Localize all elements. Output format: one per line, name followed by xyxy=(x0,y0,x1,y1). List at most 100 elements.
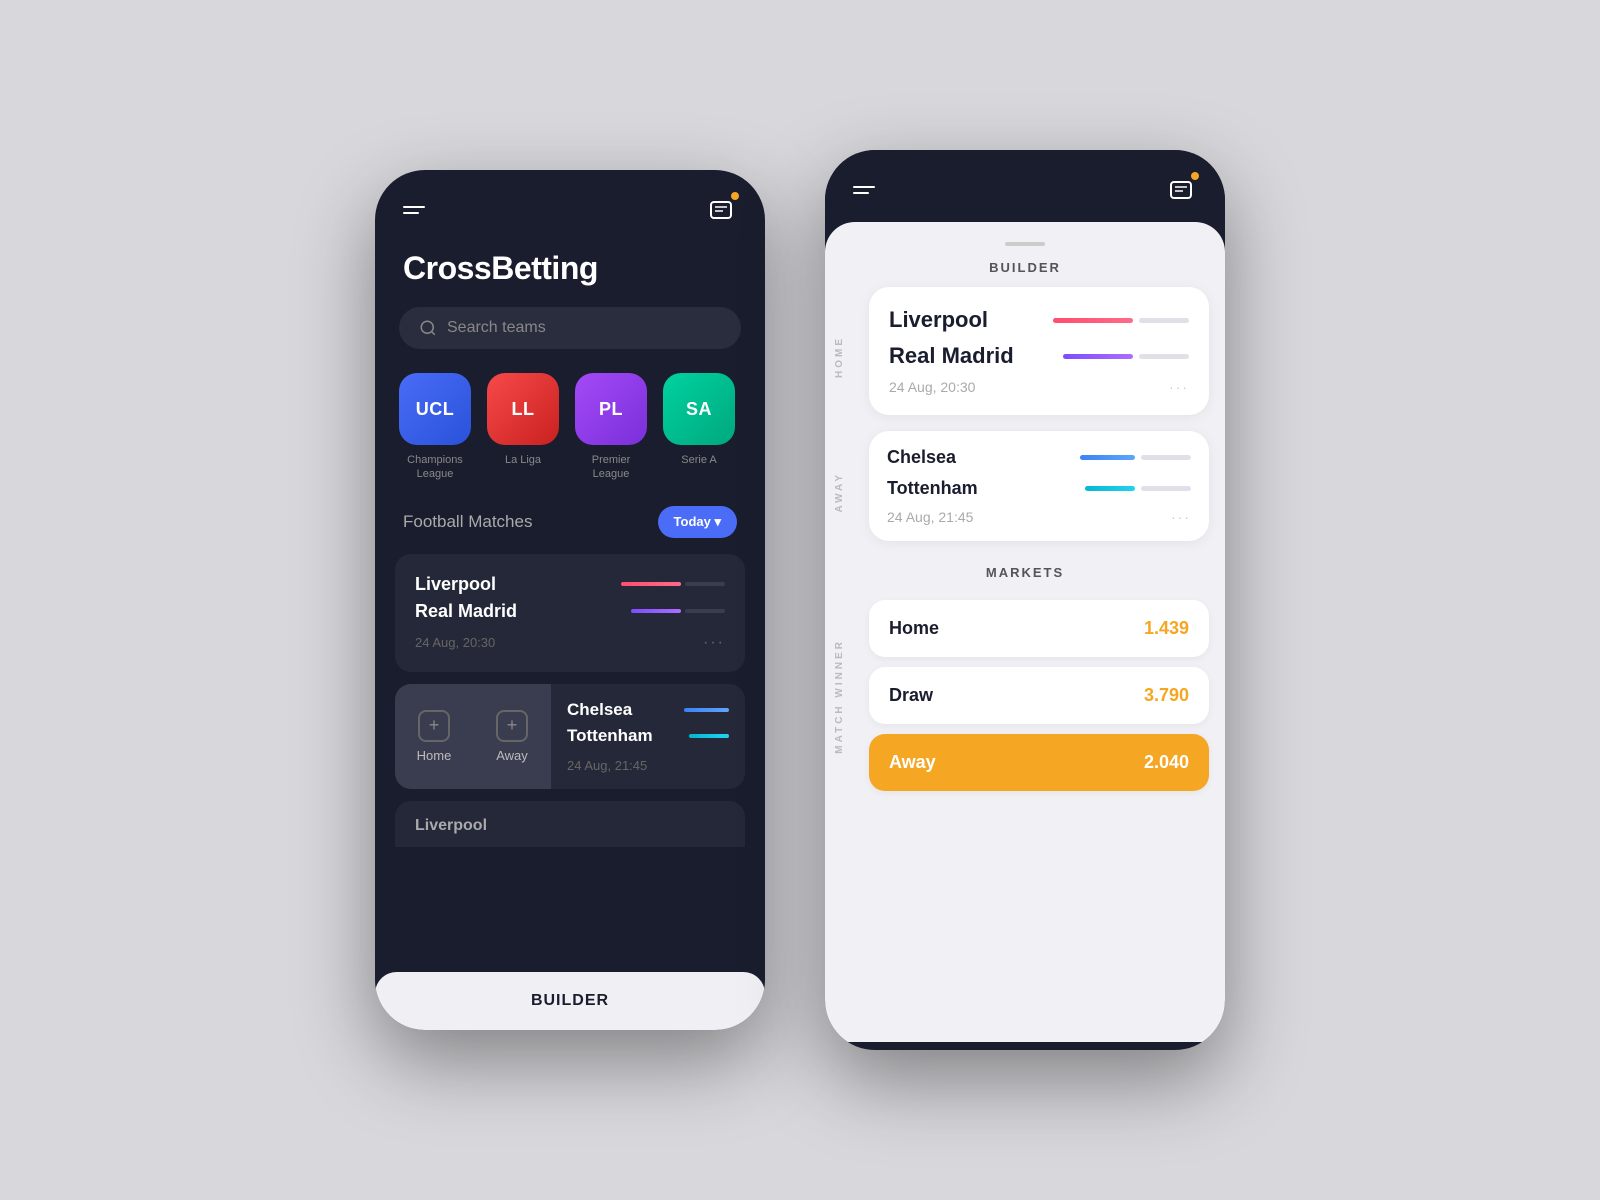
sa-badge: SA xyxy=(663,373,735,445)
hamburger-icon[interactable] xyxy=(403,206,425,214)
bar-cyan xyxy=(689,734,729,738)
match-row-liverpool: Liverpool xyxy=(415,574,725,595)
right-match-row-chelsea: Chelsea xyxy=(887,447,1191,468)
markets-title: MARKETS xyxy=(841,565,1209,580)
ticket-icon[interactable] xyxy=(705,194,737,226)
right-bar-empty-1 xyxy=(1139,318,1189,323)
builder-section-header: BUILDER xyxy=(825,222,1225,287)
phone-left: CrossBetting Search teams UCL ChampionsL… xyxy=(375,170,765,1030)
away-content: Chelsea Tottenham xyxy=(853,431,1225,553)
right-match-card-1: Liverpool Real Madrid xyxy=(869,287,1209,415)
home-swipe-btn[interactable]: + Home xyxy=(395,684,473,789)
right-team-liverpool: Liverpool xyxy=(889,307,988,333)
right-team-tottenham: Tottenham xyxy=(887,478,978,499)
tottenham-bar xyxy=(689,734,729,738)
ll-badge: LL xyxy=(487,373,559,445)
right-liverpool-bar xyxy=(1053,318,1189,323)
markets-items: Home 1.439 Draw 3.790 Away 2.040 xyxy=(853,592,1225,791)
match-winner-section: MATCH WINNER Home 1.439 Draw 3.790 xyxy=(825,592,1225,801)
bar-empty-2 xyxy=(685,609,725,613)
match-card-2-content: Chelsea Tottenham 24 Aug, 21:45 xyxy=(551,684,745,789)
match-card-2: + Home + Away Chelsea xyxy=(395,684,745,789)
ll-name: La Liga xyxy=(505,453,541,467)
away-swipe-btn[interactable]: + Away xyxy=(473,684,551,789)
right-match-row-tottenham: Tottenham xyxy=(887,478,1191,499)
home-btn-label: Home xyxy=(417,748,452,763)
away-plus-icon: + xyxy=(496,710,528,742)
market-away-label: Away xyxy=(889,752,936,773)
match-row-chelsea: Chelsea xyxy=(567,700,729,720)
bar-empty-1 xyxy=(685,582,725,586)
match-date-1: 24 Aug, 20:30 ··· xyxy=(415,634,725,652)
right-team-realmadrid: Real Madrid xyxy=(889,343,1014,369)
right-header xyxy=(825,150,1225,222)
phones-container: CrossBetting Search teams UCL ChampionsL… xyxy=(375,150,1225,1050)
right-bar-red xyxy=(1053,318,1133,323)
match-winner-content: Home 1.439 Draw 3.790 Away 2.040 xyxy=(853,592,1225,801)
match-card-1: Liverpool Real Madrid 24 Aug, 20:30 · xyxy=(395,554,745,672)
match-row-realmadrid: Real Madrid xyxy=(415,601,725,622)
market-away[interactable]: Away 2.040 xyxy=(869,734,1209,791)
realmadrid-bar xyxy=(631,609,725,613)
liverpool-preview: Liverpool xyxy=(395,801,745,847)
left-header xyxy=(375,170,765,242)
right-more-options-2[interactable]: ··· xyxy=(1171,509,1191,525)
right-bar-empty-4 xyxy=(1141,486,1191,491)
market-draw[interactable]: Draw 3.790 xyxy=(869,667,1209,724)
football-matches-header: Football Matches Today ▾ xyxy=(375,482,765,554)
market-away-odds: 2.040 xyxy=(1144,752,1189,773)
league-ll[interactable]: LL La Liga xyxy=(487,373,559,482)
today-button[interactable]: Today ▾ xyxy=(658,506,737,538)
match-row-tottenham: Tottenham xyxy=(567,726,729,746)
bar-red xyxy=(621,582,681,586)
builder-title: BUILDER xyxy=(825,260,1225,275)
market-draw-odds: 3.790 xyxy=(1144,685,1189,706)
right-bar-empty-2 xyxy=(1139,354,1189,359)
pl-name: PremierLeague xyxy=(592,453,631,482)
match-teams-1: Liverpool Real Madrid xyxy=(415,574,725,622)
right-match-row-liverpool: Liverpool xyxy=(889,307,1189,333)
right-match-date-2: 24 Aug, 21:45 ··· xyxy=(887,509,1191,525)
right-bar-blue xyxy=(1080,455,1135,460)
search-bar[interactable]: Search teams xyxy=(399,307,741,349)
bar-blue xyxy=(684,708,729,712)
home-section: HOME Liverpool Real Madrid xyxy=(825,287,1225,427)
right-more-options-1[interactable]: ··· xyxy=(1169,379,1189,395)
market-home-label: Home xyxy=(889,618,939,639)
search-icon xyxy=(419,319,437,337)
right-match-card-2: Chelsea Tottenham xyxy=(869,431,1209,541)
leagues-section: UCL ChampionsLeague LL La Liga PL Premie… xyxy=(375,373,765,482)
away-section-label: AWAY xyxy=(834,472,845,513)
home-content: Liverpool Real Madrid xyxy=(853,287,1225,427)
right-body: BUILDER HOME Liverpool xyxy=(825,222,1225,1042)
market-home[interactable]: Home 1.439 xyxy=(869,600,1209,657)
right-ticket-icon[interactable] xyxy=(1165,174,1197,206)
league-pl[interactable]: PL PremierLeague xyxy=(575,373,647,482)
league-sa[interactable]: SA Serie A xyxy=(663,373,735,482)
market-home-odds: 1.439 xyxy=(1144,618,1189,639)
right-realmadrid-bar xyxy=(1063,354,1189,359)
bottom-bar[interactable]: BUILDER xyxy=(375,972,765,1030)
team-tottenham: Tottenham xyxy=(567,726,653,746)
league-ucl[interactable]: UCL ChampionsLeague xyxy=(399,373,471,482)
team-chelsea: Chelsea xyxy=(567,700,632,720)
match-date-2: 24 Aug, 21:45 xyxy=(567,758,729,773)
notification-dot xyxy=(731,192,739,200)
more-options-1[interactable]: ··· xyxy=(703,634,725,652)
sa-name: Serie A xyxy=(681,453,716,467)
home-plus-icon: + xyxy=(418,710,450,742)
swipe-actions: + Home + Away xyxy=(395,684,551,789)
markets-section: MARKETS xyxy=(825,557,1225,580)
drag-handle xyxy=(1005,242,1045,246)
home-label-col: HOME xyxy=(825,287,853,427)
chelsea-bar xyxy=(684,708,729,712)
builder-label: BUILDER xyxy=(531,992,609,1009)
market-draw-label: Draw xyxy=(889,685,933,706)
right-chelsea-bar xyxy=(1080,455,1191,460)
right-team-chelsea: Chelsea xyxy=(887,447,956,468)
bar-purple xyxy=(631,609,681,613)
phone-right: BUILDER HOME Liverpool xyxy=(825,150,1225,1050)
right-hamburger-icon[interactable] xyxy=(853,186,875,194)
away-label-col: AWAY xyxy=(825,431,853,553)
match-winner-label-col: MATCH WINNER xyxy=(825,592,853,801)
